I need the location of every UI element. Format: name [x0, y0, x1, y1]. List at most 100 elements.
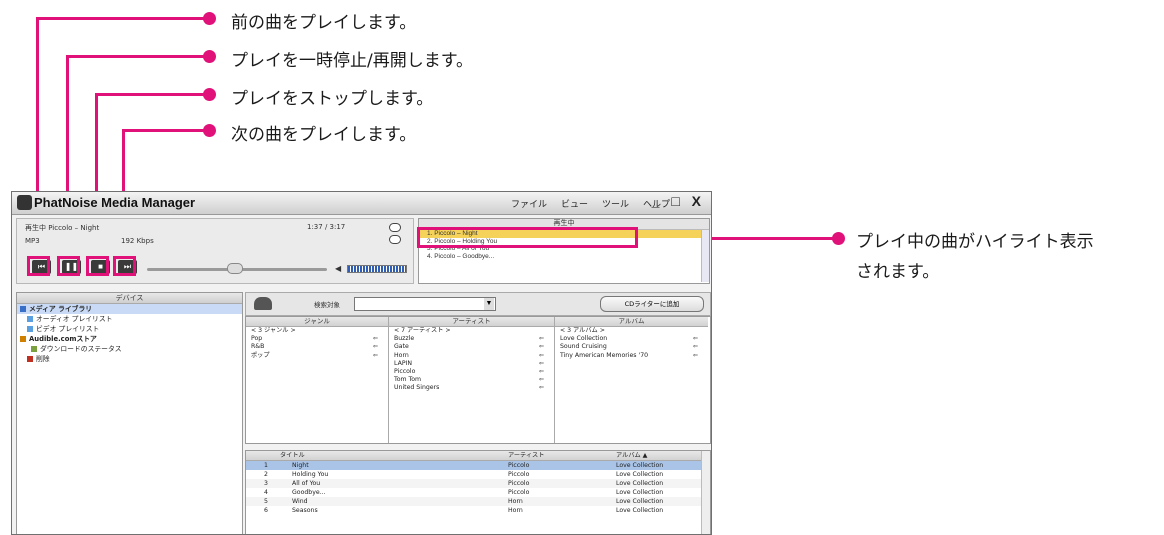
artist-item[interactable]: Gate ⇐	[389, 343, 554, 351]
tree-download-status[interactable]: ダウンロードのステータス	[17, 344, 242, 354]
table-row[interactable]: 2 Holding You Piccolo Love Collection	[246, 470, 710, 479]
window-controls[interactable]: _ □ X	[652, 193, 705, 209]
tree-label: オーディオ プレイリスト	[36, 315, 113, 323]
tree-label: 削除	[36, 355, 50, 363]
callout-line-next-h	[122, 129, 210, 132]
track-list-scrollbar[interactable]	[701, 451, 710, 534]
add-arrow-icon[interactable]: ⇐	[539, 384, 544, 392]
add-arrow-icon[interactable]: ⇐	[539, 376, 544, 384]
tree-delete[interactable]: 削除	[17, 354, 242, 364]
track-album: Love Collection	[616, 462, 664, 469]
add-arrow-icon[interactable]: ⇐	[539, 352, 544, 360]
highlight-stop-button	[86, 256, 109, 276]
now-playing-scrollbar[interactable]	[701, 230, 709, 282]
column-album[interactable]: アルバム ▲	[616, 451, 647, 460]
artist-label: Horn	[394, 351, 409, 359]
highlight-pause-button	[57, 256, 80, 276]
audio-format: MP3	[25, 237, 40, 245]
table-row[interactable]: 5 Wind Horn Love Collection	[246, 497, 710, 506]
annotation-highlight-line1: プレイ中の曲がハイライト表示	[856, 232, 1094, 252]
annotation-pause: プレイを一時停止/再開します。	[231, 51, 474, 71]
headphones-icon[interactable]	[254, 297, 272, 310]
artist-label: Gate	[394, 343, 409, 351]
artist-item[interactable]: Buzzle ⇐	[389, 335, 554, 343]
menu-tools[interactable]: ツール	[602, 197, 629, 210]
album-item[interactable]: Sound Cruising ⇐	[555, 343, 708, 351]
callout-line-pause-h	[66, 55, 210, 58]
table-row[interactable]: 4 Goodbye... Piccolo Love Collection	[246, 488, 710, 497]
genre-item[interactable]: Pop ⇐	[246, 335, 388, 343]
album-item[interactable]: Tiny American Memories '70 ⇐	[555, 352, 708, 360]
genre-item[interactable]: R&B ⇐	[246, 343, 388, 351]
add-arrow-icon[interactable]: ⇐	[539, 360, 544, 368]
add-to-cd-button[interactable]: CDライターに追加	[600, 296, 704, 312]
callout-dot-prev	[203, 12, 216, 25]
add-arrow-icon[interactable]: ⇐	[373, 343, 378, 351]
app-logo-icon	[17, 195, 32, 210]
menu-view[interactable]: ビュー	[561, 197, 588, 210]
app-title: PhatNoise Media Manager	[34, 195, 196, 210]
track-list-header: タイトル アーティスト アルバム ▲	[246, 451, 710, 461]
repeat-toggle-icon[interactable]	[389, 223, 401, 232]
device-panel: デバイス メディア ライブラリ オーディオ プレイリスト ビデオ プレイリスト …	[16, 292, 243, 534]
device-panel-header: デバイス	[17, 293, 242, 304]
tree-audible-store[interactable]: Audible.comストア	[17, 334, 242, 344]
tree-label: ビデオ プレイリスト	[36, 325, 100, 333]
add-arrow-icon[interactable]: ⇐	[693, 335, 698, 343]
track-number: 1	[264, 462, 268, 469]
add-arrow-icon[interactable]: ⇐	[539, 335, 544, 343]
delete-icon	[27, 356, 33, 362]
add-arrow-icon[interactable]: ⇐	[539, 368, 544, 376]
artist-item[interactable]: United Singers ⇐	[389, 384, 554, 392]
track-title: Goodbye...	[292, 489, 326, 496]
now-playing-item[interactable]: 4. Piccolo – Goodbye...	[419, 253, 709, 261]
track-album: Love Collection	[616, 471, 664, 478]
track-number: 3	[264, 480, 268, 487]
search-toolbar: 検索対象 ▼ CDライターに追加	[245, 292, 711, 316]
callout-dot-next	[203, 124, 216, 137]
track-list: タイトル アーティスト アルバム ▲ 1 Night Piccolo Love …	[245, 450, 711, 534]
add-arrow-icon[interactable]: ⇐	[373, 335, 378, 343]
callout-dot-pause	[203, 50, 216, 63]
artist-item[interactable]: < 7 アーティスト >	[389, 327, 554, 335]
bitrate: 192 Kbps	[121, 237, 154, 245]
track-artist: Piccolo	[508, 462, 530, 469]
artist-item[interactable]: LAPIN ⇐	[389, 360, 554, 368]
track-title: Holding You	[292, 471, 329, 478]
genre-item[interactable]: < 3 ジャンル >	[246, 327, 388, 335]
shuffle-toggle-icon[interactable]	[389, 235, 401, 244]
table-row[interactable]: 1 Night Piccolo Love Collection	[246, 461, 710, 470]
artist-item[interactable]: Horn ⇐	[389, 352, 554, 360]
tree-video-playlists[interactable]: ビデオ プレイリスト	[17, 324, 242, 334]
tree-media-library[interactable]: メディア ライブラリ	[17, 304, 242, 314]
track-title: Wind	[292, 498, 308, 505]
highlight-next-button	[113, 256, 136, 276]
genre-item[interactable]: ポップ ⇐	[246, 352, 388, 360]
artist-item[interactable]: Piccolo ⇐	[389, 368, 554, 376]
column-artist[interactable]: アーティスト	[508, 451, 544, 460]
column-title[interactable]: タイトル	[280, 451, 305, 460]
tree-audio-playlists[interactable]: オーディオ プレイリスト	[17, 314, 242, 324]
add-arrow-icon[interactable]: ⇐	[693, 352, 698, 360]
table-row[interactable]: 6 Seasons Horn Love Collection	[246, 506, 710, 515]
seek-handle[interactable]	[227, 263, 243, 274]
artist-item[interactable]: Tom Tom ⇐	[389, 376, 554, 384]
add-arrow-icon[interactable]: ⇐	[693, 343, 698, 351]
callout-dot-highlight	[832, 232, 845, 245]
album-item[interactable]: < 3 アルバム >	[555, 327, 708, 335]
table-row[interactable]: 3 All of You Piccolo Love Collection	[246, 479, 710, 488]
volume-slider[interactable]	[347, 265, 407, 273]
album-item[interactable]: Love Collection ⇐	[555, 335, 708, 343]
track-album: Love Collection	[616, 498, 664, 505]
artist-column: アーティスト < 7 アーティスト > Buzzle ⇐ Gate ⇐ Horn ⇐ …	[389, 317, 555, 443]
menu-file[interactable]: ファイル	[511, 197, 547, 210]
track-album: Love Collection	[616, 480, 664, 487]
track-title: All of You	[292, 480, 321, 487]
playlist-icon	[27, 316, 33, 322]
play-time: 1:37 / 3:17	[307, 223, 346, 231]
title-bar: PhatNoise Media Manager ファイル ビュー ツール ヘルプ…	[12, 192, 711, 215]
search-dropdown[interactable]: ▼	[354, 297, 496, 311]
add-arrow-icon[interactable]: ⇐	[373, 352, 378, 360]
track-artist: Piccolo	[508, 480, 530, 487]
add-arrow-icon[interactable]: ⇐	[539, 343, 544, 351]
